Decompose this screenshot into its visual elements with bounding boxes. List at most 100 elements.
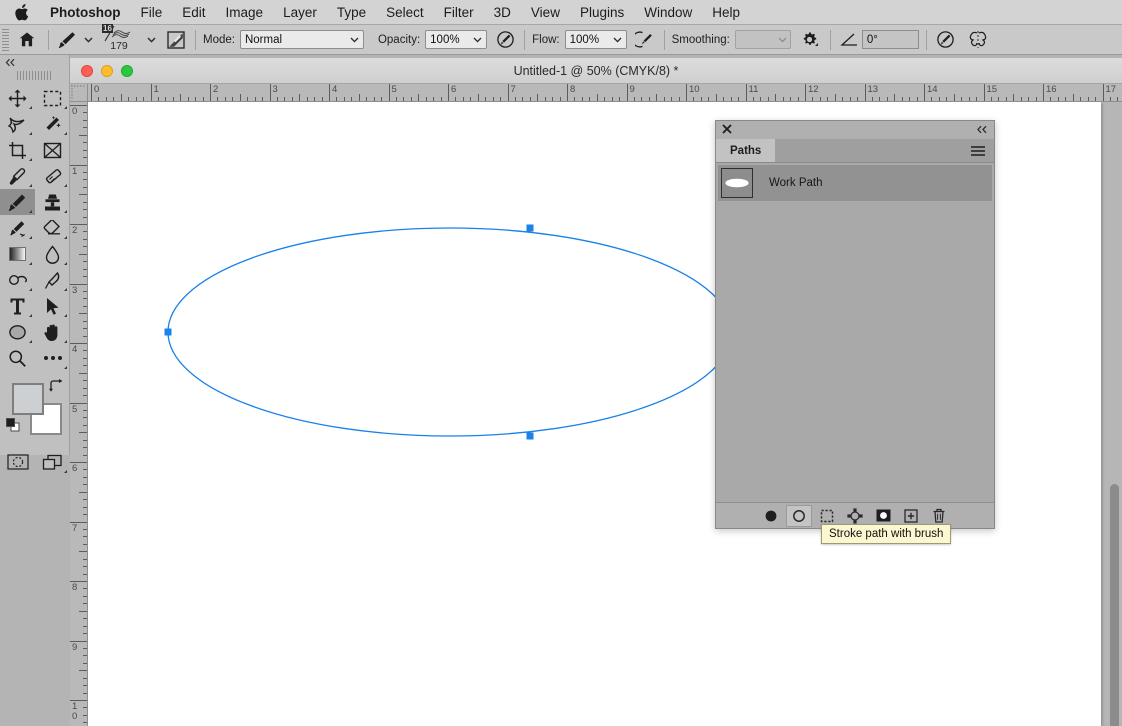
ruler-minor-tick bbox=[306, 97, 308, 101]
panel-menu-hamburger-icon[interactable] bbox=[970, 139, 994, 162]
smoothing-select[interactable] bbox=[734, 30, 791, 49]
table-row[interactable]: Work Path bbox=[718, 165, 992, 201]
ruler-origin-corner[interactable] bbox=[70, 84, 88, 102]
double-chevron-left-icon[interactable] bbox=[976, 121, 988, 139]
stroke-path-button[interactable] bbox=[786, 504, 812, 527]
ruler-minor-tick bbox=[1050, 97, 1052, 101]
lasso-tool[interactable] bbox=[0, 111, 35, 137]
brush-angle-field[interactable]: 0° bbox=[861, 30, 919, 49]
brush-preset-chevron-down-icon[interactable] bbox=[146, 34, 157, 45]
menu-item-type[interactable]: Type bbox=[327, 0, 376, 25]
path-anchor-point[interactable] bbox=[526, 224, 534, 232]
edit-toolbar-button[interactable] bbox=[35, 345, 70, 371]
default-colors-icon[interactable] bbox=[6, 418, 20, 437]
ruler-minor-tick bbox=[693, 97, 695, 101]
zoom-tool[interactable] bbox=[0, 345, 35, 371]
move-tool[interactable] bbox=[0, 85, 35, 111]
ellipse-tool[interactable] bbox=[0, 319, 35, 345]
menu-item-window[interactable]: Window bbox=[634, 0, 702, 25]
brush-settings-toggle-icon[interactable] bbox=[164, 28, 188, 52]
brush-tool-chevron-down-icon[interactable] bbox=[83, 34, 94, 45]
ruler-minor-tick bbox=[418, 94, 420, 101]
ruler-minor-tick bbox=[224, 97, 226, 101]
menu-item-3d[interactable]: 3D bbox=[484, 0, 521, 25]
hand-tool[interactable] bbox=[35, 319, 70, 345]
horizontal-ruler[interactable]: 0 1 2 3 4 5 6 7 8 9 10 11 12 13 14 15 16 17 bbox=[70, 84, 1122, 102]
menu-item-filter[interactable]: Filter bbox=[434, 0, 484, 25]
vertical-scrollbar-track[interactable] bbox=[1107, 102, 1122, 726]
foreground-color-swatch[interactable] bbox=[12, 383, 44, 415]
close-x-icon[interactable] bbox=[722, 121, 732, 139]
menu-item-layer[interactable]: Layer bbox=[273, 0, 327, 25]
ruler-minor-tick bbox=[180, 94, 182, 101]
vertical-ruler[interactable]: 0 1 2 3 4 5 6 7 8 9 10 bbox=[70, 102, 88, 726]
path-anchor-point[interactable] bbox=[526, 432, 534, 440]
options-bar-grip[interactable] bbox=[2, 24, 13, 55]
pen-tool[interactable] bbox=[35, 267, 70, 293]
ruler-label: 10 bbox=[72, 701, 78, 722]
menu-item-plugins[interactable]: Plugins bbox=[570, 0, 634, 25]
tab-paths[interactable]: Paths bbox=[716, 139, 776, 162]
dodge-tool[interactable] bbox=[0, 267, 35, 293]
ruler-minor-tick bbox=[299, 94, 301, 101]
opacity-value: 100% bbox=[430, 33, 460, 46]
paths-list[interactable]: Work Path bbox=[716, 163, 994, 502]
path-selection-tool[interactable] bbox=[35, 293, 70, 319]
ruler-major-tick bbox=[805, 84, 806, 101]
ruler-major-tick bbox=[269, 84, 271, 101]
symmetry-butterfly-icon[interactable] bbox=[966, 28, 990, 52]
ruler-label: 7 bbox=[72, 522, 78, 534]
toolbar-collapse-button[interactable] bbox=[0, 55, 69, 69]
brush-tool[interactable] bbox=[0, 189, 35, 215]
work-path-ellipse[interactable] bbox=[167, 227, 733, 437]
crop-tool[interactable] bbox=[0, 137, 35, 163]
gradient-tool[interactable] bbox=[0, 241, 35, 267]
screen-mode-toggle[interactable] bbox=[35, 449, 70, 475]
path-anchor-point[interactable] bbox=[164, 328, 172, 336]
quick-selection-tool[interactable] bbox=[35, 111, 70, 137]
pressure-opacity-icon[interactable] bbox=[493, 28, 517, 52]
blend-mode-select[interactable]: Normal bbox=[239, 30, 364, 49]
flyout-triangle bbox=[29, 262, 32, 265]
blur-tool[interactable] bbox=[35, 241, 70, 267]
marquee-tool[interactable] bbox=[35, 85, 70, 111]
quick-mask-toggle[interactable] bbox=[0, 449, 35, 475]
flyout-triangle bbox=[64, 340, 67, 343]
airbrush-icon[interactable] bbox=[633, 28, 657, 52]
ruler-minor-tick bbox=[83, 142, 87, 144]
menu-item-select[interactable]: Select bbox=[376, 0, 434, 25]
opacity-select[interactable]: 100% bbox=[425, 30, 488, 49]
ruler-minor-tick bbox=[165, 97, 167, 101]
swap-colors-icon[interactable] bbox=[49, 379, 63, 397]
menu-item-file[interactable]: File bbox=[131, 0, 173, 25]
ruler-minor-tick bbox=[83, 588, 87, 590]
pressure-size-icon[interactable] bbox=[934, 28, 958, 52]
toolbar-grip[interactable] bbox=[16, 71, 53, 80]
ruler-label: 14 bbox=[927, 84, 938, 95]
brush-preset-picker[interactable]: 16 179 bbox=[97, 23, 141, 55]
eyedropper-tool[interactable] bbox=[0, 163, 35, 189]
vertical-scrollbar-thumb[interactable] bbox=[1110, 484, 1119, 726]
ruler-minor-tick bbox=[120, 94, 122, 101]
menu-item-edit[interactable]: Edit bbox=[172, 0, 215, 25]
home-icon[interactable] bbox=[13, 25, 41, 55]
clone-stamp-tool[interactable] bbox=[35, 189, 70, 215]
lasso-icon bbox=[8, 117, 25, 133]
ruler-minor-tick bbox=[83, 662, 87, 664]
menu-item-image[interactable]: Image bbox=[216, 0, 274, 25]
menu-item-photoshop[interactable]: Photoshop bbox=[48, 0, 131, 25]
type-tool[interactable] bbox=[0, 293, 35, 319]
menu-item-view[interactable]: View bbox=[521, 0, 570, 25]
fill-path-button[interactable] bbox=[758, 505, 784, 527]
apple-logo-icon[interactable] bbox=[14, 3, 30, 21]
brush-tool-indicator[interactable] bbox=[56, 25, 78, 55]
menu-item-help[interactable]: Help bbox=[702, 0, 750, 25]
gear-icon[interactable] bbox=[799, 28, 823, 52]
brush-angle-icon[interactable] bbox=[838, 28, 862, 52]
spot-healing-tool[interactable] bbox=[35, 163, 70, 189]
eraser-tool[interactable] bbox=[35, 215, 70, 241]
tools-panel bbox=[0, 55, 70, 473]
flow-select[interactable]: 100% bbox=[564, 30, 627, 49]
frame-tool[interactable] bbox=[35, 137, 70, 163]
history-brush-tool[interactable] bbox=[0, 215, 35, 241]
